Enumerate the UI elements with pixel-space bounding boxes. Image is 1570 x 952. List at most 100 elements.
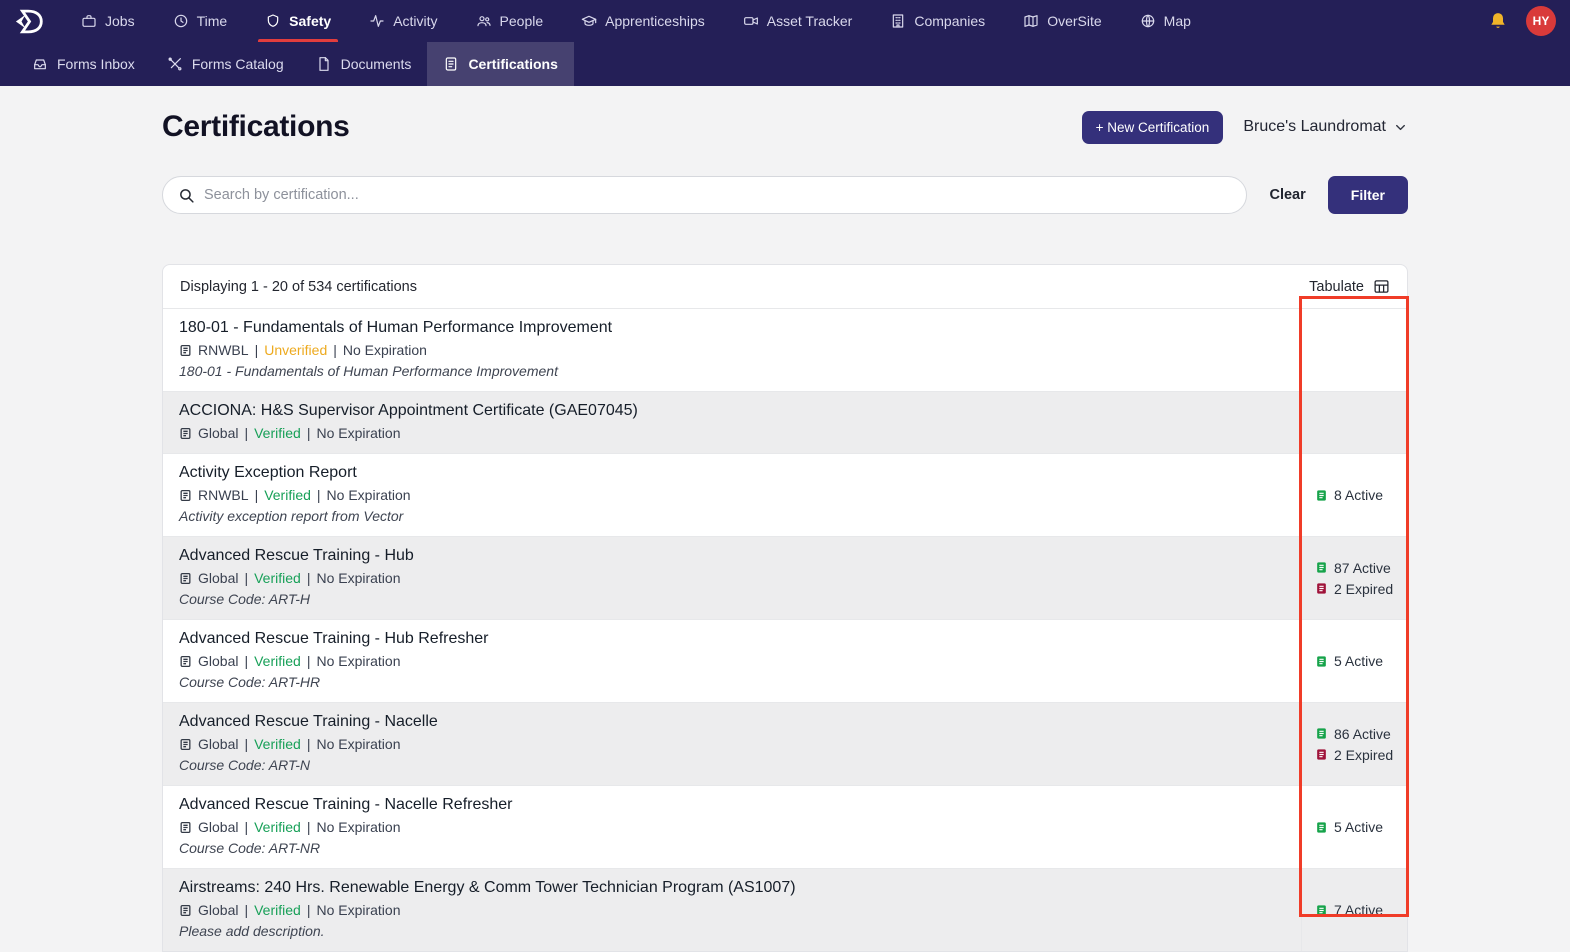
verification-status: Verified	[254, 902, 301, 918]
table-row[interactable]: ACCIONA: H&S Supervisor Appointment Cert…	[163, 391, 1407, 453]
badge-icon	[179, 344, 192, 357]
counts-cell	[1301, 392, 1407, 453]
nav-item-time[interactable]: Time	[154, 0, 247, 42]
badge-icon	[179, 821, 192, 834]
scope-label: Global	[198, 570, 239, 586]
badge-icon	[179, 489, 192, 502]
certification-description: Please add description.	[179, 923, 325, 939]
separator: |	[254, 487, 259, 503]
nav-label: OverSite	[1047, 13, 1102, 29]
verification-status: Verified	[254, 653, 301, 669]
badge-icon	[179, 572, 192, 585]
scope-label: Global	[198, 736, 239, 752]
separator: |	[244, 653, 249, 669]
table-row[interactable]: Advanced Rescue Training - Hub Refresher…	[163, 619, 1407, 702]
row-main: 180-01 - Fundamentals of Human Performan…	[163, 309, 1301, 391]
expired-cert-icon	[1317, 749, 1326, 760]
safety-sub-navigation: Forms Inbox Forms Catalog Documents Cert…	[0, 42, 1570, 86]
table-row[interactable]: Advanced Rescue Training - Nacelle Refre…	[163, 785, 1407, 868]
expiration-label: No Expiration	[316, 570, 401, 586]
app-logo-icon	[15, 9, 43, 33]
certification-title: Advanced Rescue Training - Nacelle	[179, 713, 438, 730]
results-summary: Displaying 1 - 20 of 534 certifications	[180, 278, 417, 295]
certification-title: Airstreams: 240 Hrs. Renewable Energy & …	[179, 879, 796, 896]
certifications-table: Displaying 1 - 20 of 534 certifications …	[162, 264, 1408, 952]
certificate-icon	[446, 57, 457, 71]
verification-status: Verified	[254, 570, 301, 586]
user-avatar[interactable]: HY	[1526, 6, 1556, 36]
active-count: 5 Active	[1315, 819, 1403, 835]
subnav-label: Forms Inbox	[57, 56, 135, 72]
company-selector-label: Bruce's Laundromat	[1243, 118, 1386, 135]
search-row: Clear Filter	[162, 176, 1408, 214]
table-row[interactable]: Airstreams: 240 Hrs. Renewable Energy & …	[163, 868, 1407, 951]
page-header-actions: + New Certification Bruce's Laundromat	[1081, 110, 1408, 144]
nav-item-map[interactable]: Map	[1121, 0, 1210, 42]
inbox-icon	[34, 59, 46, 70]
certification-title: 180-01 - Fundamentals of Human Performan…	[179, 319, 613, 336]
row-main: Advanced Rescue Training - Nacelle Globa…	[163, 703, 1301, 785]
notifications-bell-icon[interactable]	[1488, 11, 1508, 31]
certification-description: Course Code: ART-HR	[179, 674, 321, 690]
expiration-label: No Expiration	[316, 819, 401, 835]
separator: |	[244, 425, 249, 441]
separator: |	[254, 342, 259, 358]
scope-label: Global	[198, 819, 239, 835]
nav-item-activity[interactable]: Activity	[350, 0, 456, 42]
row-main: Activity Exception Report RNWBL | Verifi…	[163, 454, 1301, 536]
separator: |	[306, 819, 311, 835]
company-selector[interactable]: Bruce's Laundromat	[1243, 118, 1408, 136]
app-logo[interactable]	[14, 8, 46, 35]
nav-item-jobs[interactable]: Jobs	[62, 0, 154, 42]
nav-label: Asset Tracker	[766, 13, 853, 29]
tabulate-button[interactable]: Tabulate	[1309, 278, 1390, 295]
counts-cell: 87 Active 2 Expired	[1301, 537, 1407, 619]
table-row[interactable]: 180-01 - Fundamentals of Human Performan…	[163, 308, 1407, 391]
table-row[interactable]: Advanced Rescue Training - Hub Global | …	[163, 536, 1407, 619]
expiration-label: No Expiration	[342, 342, 427, 358]
nav-item-apprenticeships[interactable]: Apprenticeships	[562, 0, 724, 42]
subnav-item-certifications[interactable]: Certifications	[427, 42, 574, 86]
active-count: 87 Active	[1315, 560, 1403, 576]
nav-item-safety[interactable]: Safety	[246, 0, 350, 42]
table-row[interactable]: Advanced Rescue Training - Nacelle Globa…	[163, 702, 1407, 785]
search-icon	[180, 188, 194, 203]
separator: |	[244, 736, 249, 752]
separator: |	[244, 819, 249, 835]
certification-meta: Global | Verified | No Expiration	[179, 819, 1285, 835]
new-certification-button[interactable]: + New Certification	[1081, 110, 1224, 144]
search-box[interactable]	[162, 176, 1248, 214]
subnav-item-forms-catalog[interactable]: Forms Catalog	[151, 42, 300, 86]
active-cert-icon	[1317, 562, 1326, 573]
certification-meta: Global | Verified | No Expiration	[179, 902, 1285, 918]
topbar-right: HY	[1488, 6, 1556, 36]
separator: |	[244, 570, 249, 586]
row-main: Advanced Rescue Training - Nacelle Refre…	[163, 786, 1301, 868]
row-main: Airstreams: 240 Hrs. Renewable Energy & …	[163, 869, 1301, 951]
filter-button[interactable]: Filter	[1327, 176, 1408, 214]
certification-meta: Global | Verified | No Expiration	[179, 570, 1285, 586]
subnav-item-forms-inbox[interactable]: Forms Inbox	[16, 42, 151, 86]
map-fold-icon	[1024, 15, 1038, 27]
scope-label: RNWBL	[198, 342, 249, 358]
clear-button[interactable]: Clear	[1269, 187, 1305, 203]
nav-item-companies[interactable]: Companies	[871, 0, 1004, 42]
search-input[interactable]	[204, 187, 1232, 203]
active-count: 8 Active	[1315, 487, 1403, 503]
graduation-cap-icon	[581, 15, 597, 26]
page-header: Certifications + New Certification Bruce…	[162, 110, 1408, 144]
asset-tracker-icon	[743, 17, 758, 25]
nav-item-people[interactable]: People	[457, 0, 563, 42]
certification-description: Course Code: ART-N	[179, 757, 310, 773]
expired-count: 2 Expired	[1315, 581, 1403, 597]
nav-item-asset-tracker[interactable]: Asset Tracker	[724, 0, 872, 42]
nav-label: Safety	[289, 13, 332, 29]
nav-label: Companies	[914, 13, 986, 29]
subnav-item-documents[interactable]: Documents	[300, 42, 428, 86]
counts-cell: 5 Active	[1301, 620, 1407, 702]
page-title: Certifications	[162, 110, 350, 143]
nav-item-oversite[interactable]: OverSite	[1004, 0, 1120, 42]
verification-status: Verified	[254, 425, 301, 441]
table-row[interactable]: Activity Exception Report RNWBL | Verifi…	[163, 453, 1407, 536]
top-navigation: Jobs Time Safety Activity People Apprent…	[0, 0, 1570, 42]
